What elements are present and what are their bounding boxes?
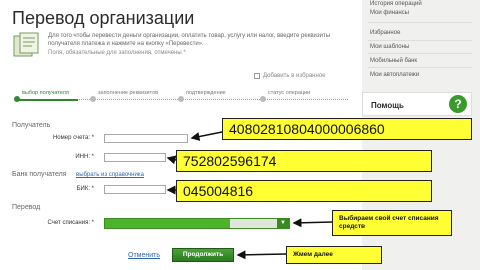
account-callout-text: 40802810804000006860 — [229, 121, 385, 137]
arrow-proceed — [236, 250, 287, 260]
arrow-account — [190, 131, 223, 141]
debit-note-callout: Выбираем свой счет списания средств — [332, 210, 452, 236]
proceed-note-text: Жмем далее — [293, 251, 333, 258]
inn-callout-text: 752802596174 — [183, 153, 277, 169]
debit-note-text: Выбираем свой счет списания средств — [339, 215, 439, 230]
inn-callout: 752802596174 — [176, 150, 432, 172]
proceed-note-callout: Жмем далее — [286, 246, 382, 264]
account-callout: 40802810804000006860 — [222, 118, 472, 140]
bik-callout: 045004816 — [176, 180, 432, 202]
bik-callout-text: 045004816 — [183, 183, 254, 199]
arrow-debit — [292, 218, 333, 228]
arrow-inn — [166, 155, 177, 165]
